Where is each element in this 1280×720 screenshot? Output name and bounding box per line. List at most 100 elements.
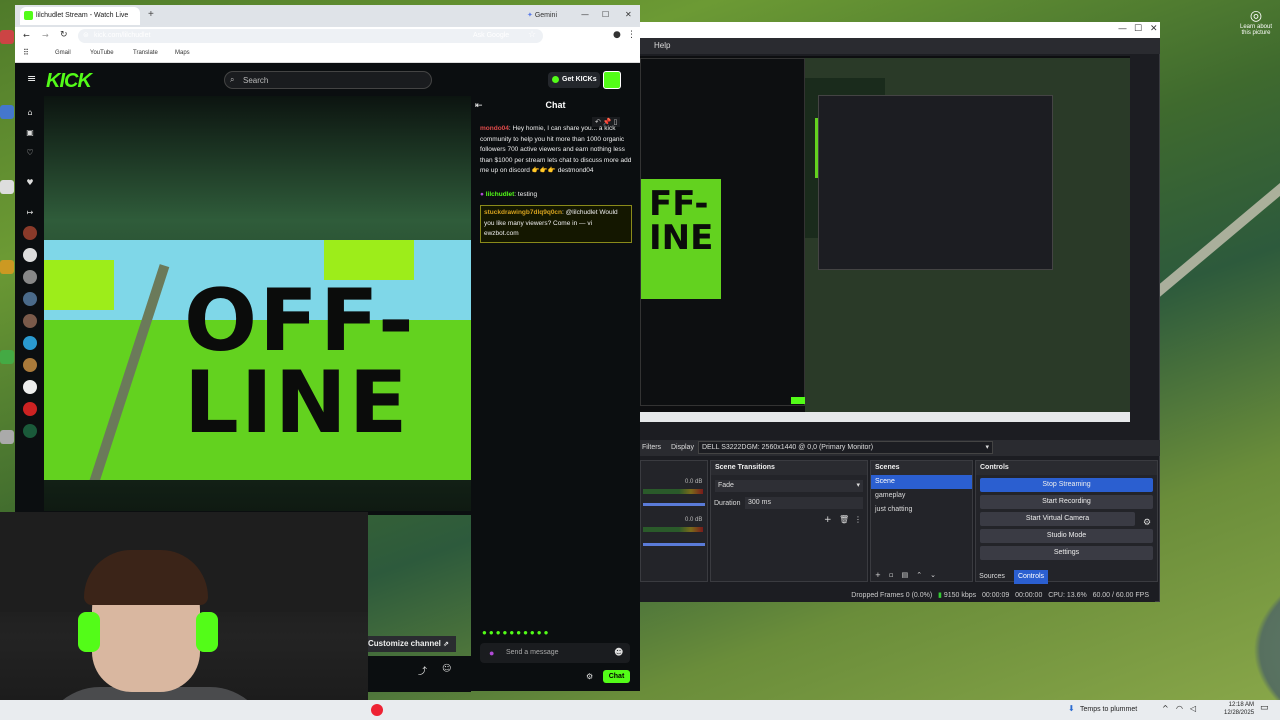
tray-icon[interactable]: ^	[1162, 704, 1169, 713]
emote[interactable]: ●	[489, 628, 496, 637]
desktop-icon[interactable]	[0, 30, 14, 44]
minimize-icon[interactable]: —	[1118, 24, 1127, 34]
channel-avatar[interactable]	[23, 248, 37, 262]
notification-icon[interactable]: ▭	[1260, 703, 1269, 713]
minimize-icon[interactable]: —	[581, 10, 589, 19]
ask-google-button[interactable]: Ask Google	[473, 32, 509, 39]
apps-icon[interactable]: ⠿	[23, 48, 29, 57]
bookmark-item[interactable]: Translate	[133, 50, 158, 56]
desktop-icon[interactable]	[0, 260, 14, 274]
volume-icon[interactable]: ◁	[1190, 704, 1196, 713]
new-tab-icon[interactable]: +	[148, 9, 154, 20]
channel-avatar[interactable]	[23, 336, 37, 350]
star-icon[interactable]: ☆	[528, 30, 536, 40]
settings-button[interactable]: Settings	[980, 546, 1153, 560]
desktop-icon[interactable]	[0, 350, 14, 364]
transition-select[interactable]: Fade ▾	[715, 480, 863, 492]
wifi-icon[interactable]: ◠	[1176, 704, 1183, 713]
emote[interactable]: ●	[523, 628, 530, 637]
channel-avatar[interactable]	[23, 292, 37, 306]
channel-avatar[interactable]	[23, 270, 37, 284]
profile-icon[interactable]: ●	[613, 30, 621, 40]
duration-input[interactable]: 300 ms	[745, 497, 863, 509]
clock[interactable]: 12:18 AM 12/28/2025	[1224, 701, 1254, 717]
up-icon[interactable]: ⌃	[916, 571, 930, 579]
scene-item[interactable]: Scene	[871, 475, 972, 489]
browser-tab[interactable]: lilchudlet Stream - Watch Live	[20, 7, 140, 25]
chat-message[interactable]: mondo04: Hey homie, I can share you... a…	[480, 124, 632, 177]
weather-text[interactable]: Temps to plummet	[1080, 706, 1137, 713]
chat-message-highlighted[interactable]: stuckdrawingb7dlq9q0cn: @lilchudlet Woul…	[480, 205, 632, 243]
display-select[interactable]: DELL S3222DGM: 2560x1440 @ 0,0 (Primary …	[698, 441, 993, 454]
learn-about-picture[interactable]: ◎ Learn about this picture	[1238, 8, 1274, 36]
chrome-taskbar-icon[interactable]	[371, 704, 383, 716]
channel-avatar[interactable]	[23, 402, 37, 416]
channel-avatar[interactable]	[23, 424, 37, 438]
emote[interactable]: ●	[496, 628, 503, 637]
scene-item[interactable]: gameplay	[871, 489, 972, 503]
channel-avatar[interactable]	[23, 314, 37, 328]
add-icon[interactable]: +	[824, 515, 832, 525]
send-message-input[interactable]: Send a message	[480, 643, 630, 663]
search-input[interactable]: Search	[224, 71, 432, 89]
chat-message[interactable]: ● lilchudlet: testing	[480, 190, 632, 201]
emote[interactable]: ●	[530, 628, 537, 637]
tab-sources[interactable]: Sources	[978, 570, 1006, 584]
gear-icon[interactable]: ⚙	[1143, 518, 1151, 528]
channel-avatar[interactable]	[23, 380, 37, 394]
expand-icon[interactable]: ↦	[23, 206, 37, 220]
address-bar[interactable]: ⊜ kick.com/lilchudlet Ask Google ☆	[78, 29, 543, 43]
forward-icon[interactable]: →	[42, 31, 49, 40]
reload-icon[interactable]: ↻	[60, 30, 68, 40]
get-kicks-button[interactable]: Get KICKs	[548, 72, 600, 88]
menu-help[interactable]: Help	[654, 41, 670, 50]
maximize-icon[interactable]: ☐	[1134, 24, 1142, 34]
desktop-icon[interactable]	[0, 430, 14, 444]
channel-avatar[interactable]	[23, 226, 37, 240]
close-icon[interactable]: ✕	[1150, 24, 1158, 34]
customize-channel-button[interactable]: Customize channel ⇗	[366, 636, 456, 652]
bookmark-item[interactable]: Gmail	[55, 50, 71, 56]
close-icon[interactable]: ✕	[625, 10, 632, 19]
browse-icon[interactable]: ▣	[23, 126, 37, 140]
user-avatar[interactable]	[603, 71, 621, 89]
gear-icon[interactable]: ⚙	[586, 672, 593, 681]
down-icon[interactable]: ⌄	[930, 571, 944, 579]
user-add-icon[interactable]: ☺	[442, 664, 451, 674]
emote[interactable]: ●	[482, 628, 489, 637]
trash-icon[interactable]: 🗑	[839, 515, 849, 524]
home-icon[interactable]: ⌂	[23, 106, 37, 120]
heart-icon[interactable]: ♥	[23, 176, 37, 190]
start-virtual-camera-button[interactable]: Start Virtual Camera	[980, 512, 1135, 526]
add-icon[interactable]: +	[875, 571, 889, 579]
chat-send-button[interactable]: Chat	[603, 670, 630, 683]
kick-logo[interactable]: KICK	[46, 70, 92, 93]
bookmark-item[interactable]: Maps	[175, 50, 190, 56]
volume-slider[interactable]	[643, 543, 705, 546]
emoji-icon[interactable]: ☻	[614, 648, 623, 658]
scene-item[interactable]: just chatting	[871, 503, 972, 517]
back-icon[interactable]: ←	[23, 31, 30, 40]
tab-controls[interactable]: Controls	[1014, 570, 1048, 584]
hamburger-icon[interactable]: ≡	[27, 72, 36, 85]
gemini-button[interactable]: ✦ Gemini	[527, 11, 557, 19]
emote[interactable]: ●	[537, 628, 544, 637]
trash-icon[interactable]: ▫	[889, 571, 902, 579]
start-recording-button[interactable]: Start Recording	[980, 495, 1153, 509]
menu-icon[interactable]: ⋮	[627, 30, 636, 40]
share-icon[interactable]: ⤴	[418, 664, 427, 677]
studio-mode-button[interactable]: Studio Mode	[980, 529, 1153, 543]
more-icon[interactable]: ⋮	[854, 515, 862, 524]
emote[interactable]: ●	[544, 628, 551, 637]
desktop-icon[interactable]	[0, 180, 14, 194]
filters-tab[interactable]: Filters	[642, 444, 661, 451]
filter-icon[interactable]: ▤	[902, 571, 917, 579]
following-icon[interactable]: ♡	[23, 146, 37, 160]
volume-slider[interactable]	[643, 503, 705, 506]
stop-streaming-button[interactable]: Stop Streaming	[980, 478, 1153, 492]
maximize-icon[interactable]: ☐	[602, 10, 609, 19]
desktop-icon[interactable]	[0, 105, 14, 119]
bookmark-item[interactable]: YouTube	[90, 50, 114, 56]
site-info-icon[interactable]: ⊜	[83, 31, 89, 39]
channel-avatar[interactable]	[23, 358, 37, 372]
